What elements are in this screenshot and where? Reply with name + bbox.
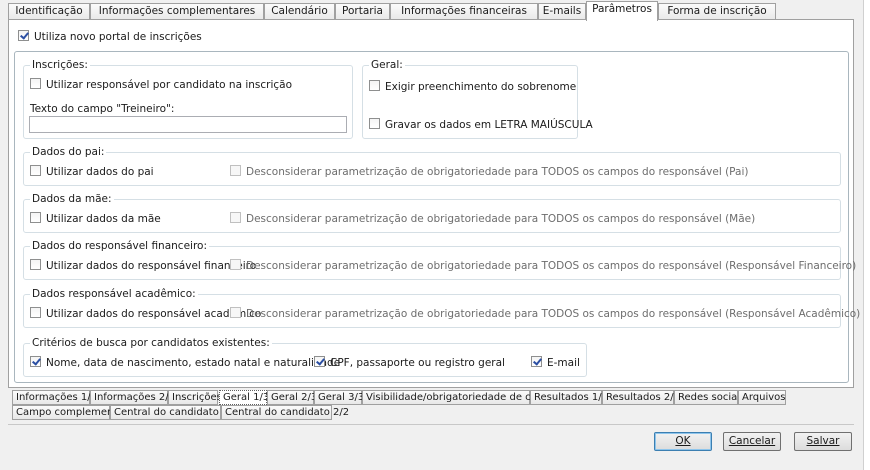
pai-ignore-label: Desconsiderar parametrização de obrigato… [246,166,749,178]
criterio-email-checkbox[interactable] [531,356,542,367]
financeiro-legend: Dados do responsável financeiro: [30,240,209,252]
mae-ignore-row[interactable]: Desconsiderar parametrização de obrigato… [230,212,755,225]
tab-calendario[interactable]: Calendário [264,3,335,20]
maiuscula-row[interactable]: Gravar os dados em LETRA MAIÚSCULA [369,118,593,131]
treineiro-label: Texto do campo "Treineiro": [30,103,175,115]
tab-identificacao[interactable]: Identificação [8,3,90,20]
pai-group: Dados do pai: Utilizar dados do pai Desc… [23,146,841,186]
financeiro-ignore-row[interactable]: Desconsiderar parametrização de obrigato… [230,259,856,272]
sobrenome-label: Exigir preenchimento do sobrenome [385,81,577,93]
btab-central-2[interactable]: Central do candidato 2/2 [221,405,349,420]
inscricoes-group: Inscrições: Utilizar responsável por can… [23,59,353,139]
mae-legend: Dados da mãe: [30,193,114,205]
btab-resultados-2[interactable]: Resultados 2/2 [602,390,680,405]
criterios-group: Critérios de busca por candidatos existe… [23,337,587,377]
cancel-button[interactable]: Cancelar [723,432,781,451]
academico-legend: Dados responsável acadêmico: [30,288,198,300]
btab-geral-1[interactable]: Geral 1/3 [219,390,269,405]
maiuscula-checkbox[interactable] [369,118,380,129]
treineiro-input[interactable] [29,116,347,133]
mae-ignore-label: Desconsiderar parametrização de obrigato… [246,213,756,225]
mae-use-row[interactable]: Utilizar dados da mãe [30,212,161,225]
criterio-nome-row[interactable]: Nome, data de nascimento, estado natal e… [30,356,340,369]
tab-informacoes-complementares[interactable]: Informações complementares [90,3,264,20]
window-edge [863,0,870,470]
responsavel-label: Utilizar responsável por candidato na in… [46,79,293,91]
responsavel-row[interactable]: Utilizar responsável por candidato na in… [30,78,292,91]
mae-ignore-checkbox[interactable] [230,212,241,223]
financeiro-use-checkbox[interactable] [30,259,41,270]
portal-checkbox[interactable] [18,30,29,41]
financeiro-ignore-label: Desconsiderar parametrização de obrigato… [246,260,857,272]
btab-redes-sociais[interactable]: Redes sociais [674,390,745,405]
criterio-cpf-checkbox[interactable] [314,356,325,367]
financeiro-use-label: Utilizar dados do responsável financeiro [46,260,257,272]
pai-use-row[interactable]: Utilizar dados do pai [30,165,154,178]
academico-ignore-checkbox[interactable] [230,307,241,318]
pai-use-label: Utilizar dados do pai [46,166,154,178]
criterio-nome-checkbox[interactable] [30,356,41,367]
save-button[interactable]: Salvar [794,432,852,451]
geral-group: Geral: Exigir preenchimento do sobrenome… [362,59,593,139]
mae-use-label: Utilizar dados da mãe [46,213,161,225]
btab-campo-complementar[interactable]: Campo complementar [12,405,128,420]
criterio-email-label: E-mail [547,357,580,369]
tab-informacoes-financeiras[interactable]: Informações financeiras [390,3,538,20]
pai-use-checkbox[interactable] [30,165,41,176]
pai-legend: Dados do pai: [30,146,107,158]
btab-central-1[interactable]: Central do candidato 1/2 [110,405,238,420]
mae-group: Dados da mãe: Utilizar dados da mãe Desc… [23,193,841,233]
btab-informacoes-1[interactable]: Informações 1/2 [12,390,97,405]
parameters-panel: Utiliza novo portal de inscrições Inscri… [8,19,860,388]
criterio-nome-label: Nome, data de nascimento, estado natal e… [46,357,341,369]
pai-ignore-checkbox[interactable] [230,165,241,176]
btab-geral-2[interactable]: Geral 2/3 [267,390,317,405]
academico-use-row[interactable]: Utilizar dados do responsável acadêmico [30,307,261,320]
responsavel-checkbox[interactable] [30,78,41,89]
financeiro-use-row[interactable]: Utilizar dados do responsável financeiro [30,259,256,272]
sobrenome-checkbox[interactable] [369,80,380,91]
financeiro-group: Dados do responsável financeiro: Utiliza… [23,240,856,280]
pai-ignore-row[interactable]: Desconsiderar parametrização de obrigato… [230,165,748,178]
portal-label: Utiliza novo portal de inscrições [34,31,202,43]
financeiro-ignore-checkbox[interactable] [230,259,241,270]
btab-arquivos[interactable]: Arquivos [738,390,786,405]
btab-visibilidade[interactable]: Visibilidade/obrigatoriedade de campos [362,390,564,405]
tab-emails[interactable]: E-mails [538,3,586,20]
btab-informacoes-2[interactable]: Informações 2/2 [90,390,175,405]
sobrenome-row[interactable]: Exigir preenchimento do sobrenome [369,80,576,93]
academico-ignore-row[interactable]: Desconsiderar parametrização de obrigato… [230,307,860,320]
criterio-cpf-row[interactable]: CPF, passaporte ou registro geral [314,356,505,369]
tab-parametros[interactable]: Parâmetros [586,1,658,21]
btab-resultados-1[interactable]: Resultados 1/2 [530,390,608,405]
ok-button[interactable]: OK [654,432,712,451]
tab-portaria[interactable]: Portaria [335,3,390,20]
academico-ignore-label: Desconsiderar parametrização de obrigato… [246,308,861,320]
footer-divider [8,424,854,425]
mae-use-checkbox[interactable] [30,212,41,223]
maiuscula-label: Gravar os dados em LETRA MAIÚSCULA [385,119,593,131]
criterio-cpf-label: CPF, passaporte ou registro geral [330,357,505,369]
portal-checkbox-row[interactable]: Utiliza novo portal de inscrições [18,30,202,43]
academico-group: Dados responsável acadêmico: Utilizar da… [23,288,860,328]
criterio-email-row[interactable]: E-mail [531,356,580,369]
tab-forma-de-inscricao[interactable]: Forma de inscrição [658,3,776,20]
academico-use-checkbox[interactable] [30,307,41,318]
btab-geral-3[interactable]: Geral 3/3 [314,390,364,405]
geral-legend: Geral: [369,59,405,71]
inscricoes-legend: Inscrições: [30,59,90,71]
academico-use-label: Utilizar dados do responsável acadêmico [46,308,262,320]
btab-inscricoes[interactable]: Inscrições [168,390,222,405]
criterios-legend: Critérios de busca por candidatos existe… [30,337,272,349]
